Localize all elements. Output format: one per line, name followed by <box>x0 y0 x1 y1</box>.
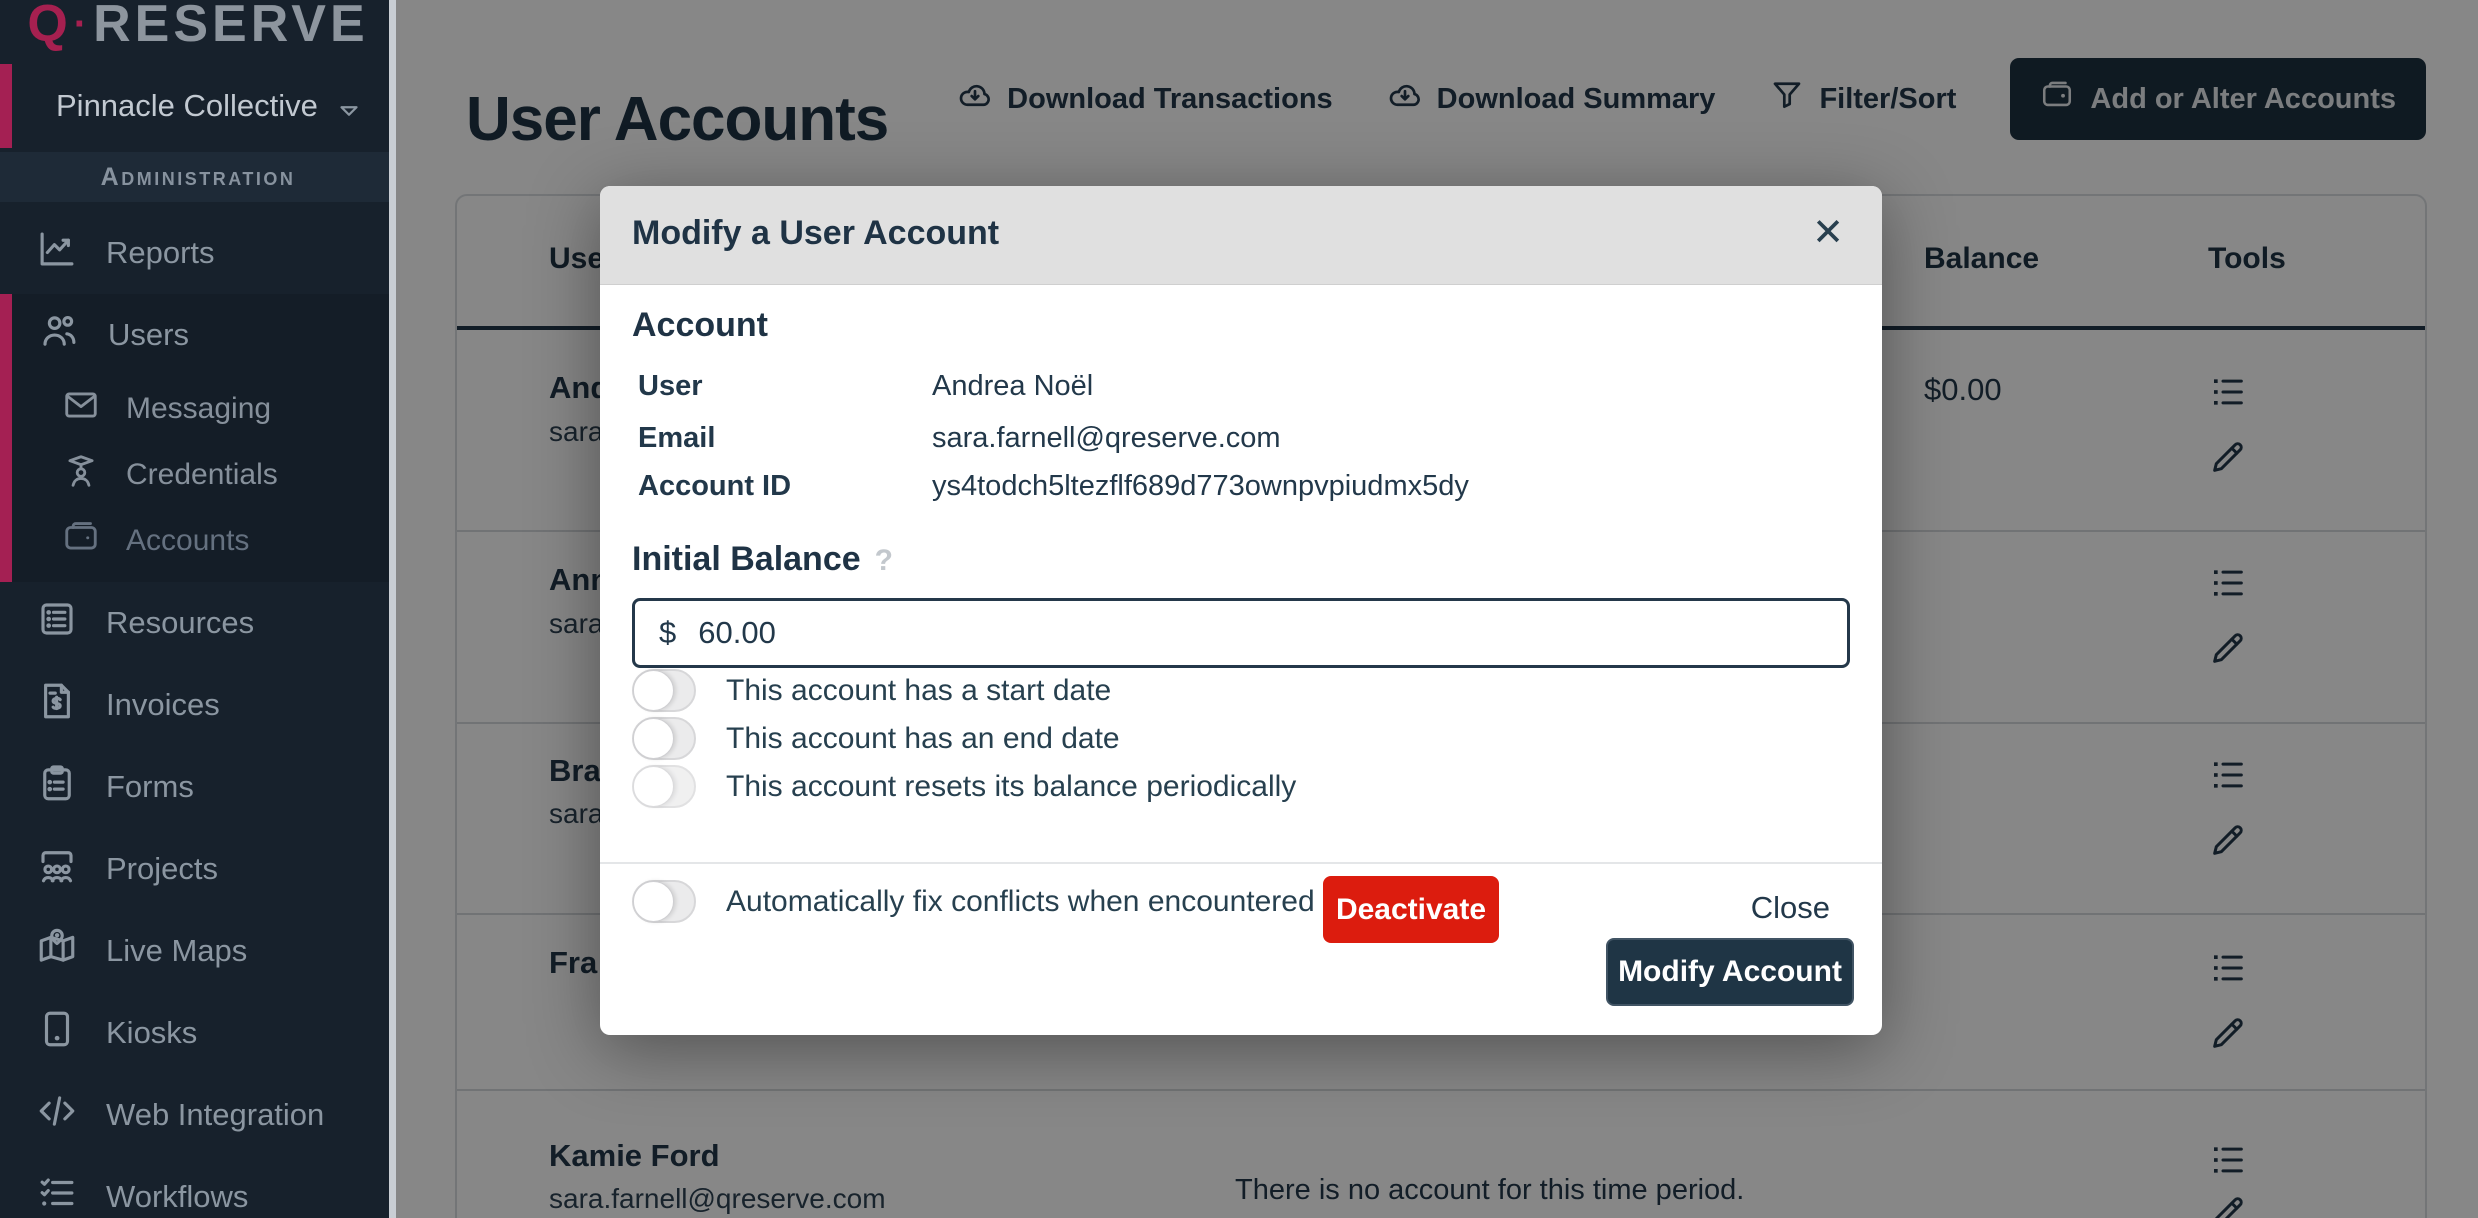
reports-chart-icon <box>36 228 78 278</box>
invoice-icon <box>36 680 78 730</box>
initial-balance-field: $ <box>632 598 1850 668</box>
end-date-toggle[interactable] <box>632 717 696 760</box>
organization-switcher[interactable]: Pinnacle Collective <box>0 60 396 152</box>
end-date-toggle-row: This account has an end date <box>632 717 1120 760</box>
sidebar-item-invoices[interactable]: Invoices <box>0 664 396 746</box>
currency-prefix: $ <box>659 615 676 651</box>
sidebar-item-label: Users <box>108 317 189 353</box>
fix-conflicts-toggle-row: Automatically fix conflicts when encount… <box>632 880 1315 923</box>
sidebar-item-web-integration[interactable]: Web Integration <box>0 1074 396 1156</box>
logo-dot: · <box>72 2 93 46</box>
sidebar-item-kiosks[interactable]: Kiosks <box>0 992 396 1074</box>
chevron-down-icon <box>334 96 364 134</box>
modal-title: Modify a User Account <box>632 214 999 253</box>
deactivate-button[interactable]: Deactivate <box>1323 876 1499 943</box>
help-icon[interactable]: ? <box>875 544 893 577</box>
resources-list-icon <box>36 598 78 648</box>
sidebar: Q·RESERVE Pinnacle Collective Administra… <box>0 0 396 1218</box>
email-label: Email <box>638 422 715 455</box>
users-icon <box>38 310 80 360</box>
sidebar-item-label: Kiosks <box>106 1015 197 1051</box>
sidebar-item-resources[interactable]: Resources <box>0 582 396 664</box>
checklist-icon <box>36 1172 78 1218</box>
sidebar-item-label: Workflows <box>106 1179 248 1215</box>
organization-name: Pinnacle Collective <box>56 88 318 124</box>
sidebar-item-label: Resources <box>106 605 254 641</box>
sidebar-item-label: Accounts <box>126 524 249 558</box>
modal-footer-divider <box>600 862 1882 864</box>
toggle-label: This account has a start date <box>726 674 1111 708</box>
sidebar-nav: Reports Users Messaging Credentials Ac <box>0 202 396 1218</box>
qreserve-logo: Q·RESERVE <box>0 0 396 54</box>
graduate-icon <box>62 452 100 498</box>
sidebar-item-messaging[interactable]: Messaging <box>12 376 396 442</box>
sidebar-group-users: Users Messaging Credentials Accounts <box>0 294 396 582</box>
heading-text: Initial Balance <box>632 540 861 578</box>
start-date-toggle[interactable] <box>632 669 696 712</box>
sidebar-item-credentials[interactable]: Credentials <box>12 442 396 508</box>
modify-user-account-modal: Modify a User Account ✕ Account User And… <box>600 186 1882 1035</box>
sidebar-section-administration: Administration <box>0 152 396 202</box>
sidebar-item-live-maps[interactable]: Live Maps <box>0 910 396 992</box>
fix-conflicts-toggle[interactable] <box>632 880 696 923</box>
email-value: sara.farnell@qreserve.com <box>932 422 1281 455</box>
sidebar-item-projects[interactable]: Projects <box>0 828 396 910</box>
user-label: User <box>638 370 703 403</box>
tablet-icon <box>36 1008 78 1058</box>
toggle-label: This account resets its balance periodic… <box>726 770 1296 804</box>
initial-balance-heading: Initial Balance? <box>632 540 893 579</box>
account-id-value: ys4todch5ltezflf689d773ownpvpiudmx5dy <box>932 470 1469 503</box>
sidebar-scrollbar[interactable] <box>389 0 396 1218</box>
map-pin-icon <box>36 926 78 976</box>
logo-text: RESERVE <box>93 0 369 53</box>
sidebar-item-label: Forms <box>106 769 194 805</box>
wallet-icon <box>62 518 100 564</box>
sidebar-item-label: Invoices <box>106 687 220 723</box>
modal-header: Modify a User Account ✕ <box>600 186 1882 285</box>
sidebar-item-workflows[interactable]: Workflows <box>0 1156 396 1218</box>
resets-toggle-row: This account resets its balance periodic… <box>632 765 1296 808</box>
logo-q: Q <box>27 0 71 53</box>
close-button[interactable]: Close <box>1751 890 1830 926</box>
balance-input[interactable] <box>696 614 1847 652</box>
app-screen: Q·RESERVE Pinnacle Collective Administra… <box>0 0 2478 1218</box>
start-date-toggle-row: This account has a start date <box>632 669 1111 712</box>
sidebar-item-label: Messaging <box>126 392 271 426</box>
modify-account-button[interactable]: Modify Account <box>1606 938 1854 1006</box>
resets-balance-toggle[interactable] <box>632 765 696 808</box>
sidebar-item-users[interactable]: Users <box>12 294 396 376</box>
user-value: Andrea Noël <box>932 370 1093 403</box>
envelope-icon <box>62 386 100 432</box>
sidebar-item-label: Web Integration <box>106 1097 324 1133</box>
sidebar-item-label: Live Maps <box>106 933 247 969</box>
toggle-label: This account has an end date <box>726 722 1120 756</box>
sidebar-item-accounts[interactable]: Accounts <box>12 508 396 574</box>
code-icon <box>36 1090 78 1140</box>
account-section-heading: Account <box>632 306 768 345</box>
projects-icon <box>36 844 78 894</box>
clipboard-icon <box>36 762 78 812</box>
sidebar-item-reports[interactable]: Reports <box>0 212 396 294</box>
close-icon[interactable]: ✕ <box>1812 210 1844 255</box>
sidebar-item-label: Reports <box>106 235 215 271</box>
toggle-label: Automatically fix conflicts when encount… <box>726 885 1315 919</box>
sidebar-item-label: Projects <box>106 851 218 887</box>
sidebar-item-forms[interactable]: Forms <box>0 746 396 828</box>
account-id-label: Account ID <box>638 470 791 503</box>
sidebar-item-label: Credentials <box>126 458 278 492</box>
